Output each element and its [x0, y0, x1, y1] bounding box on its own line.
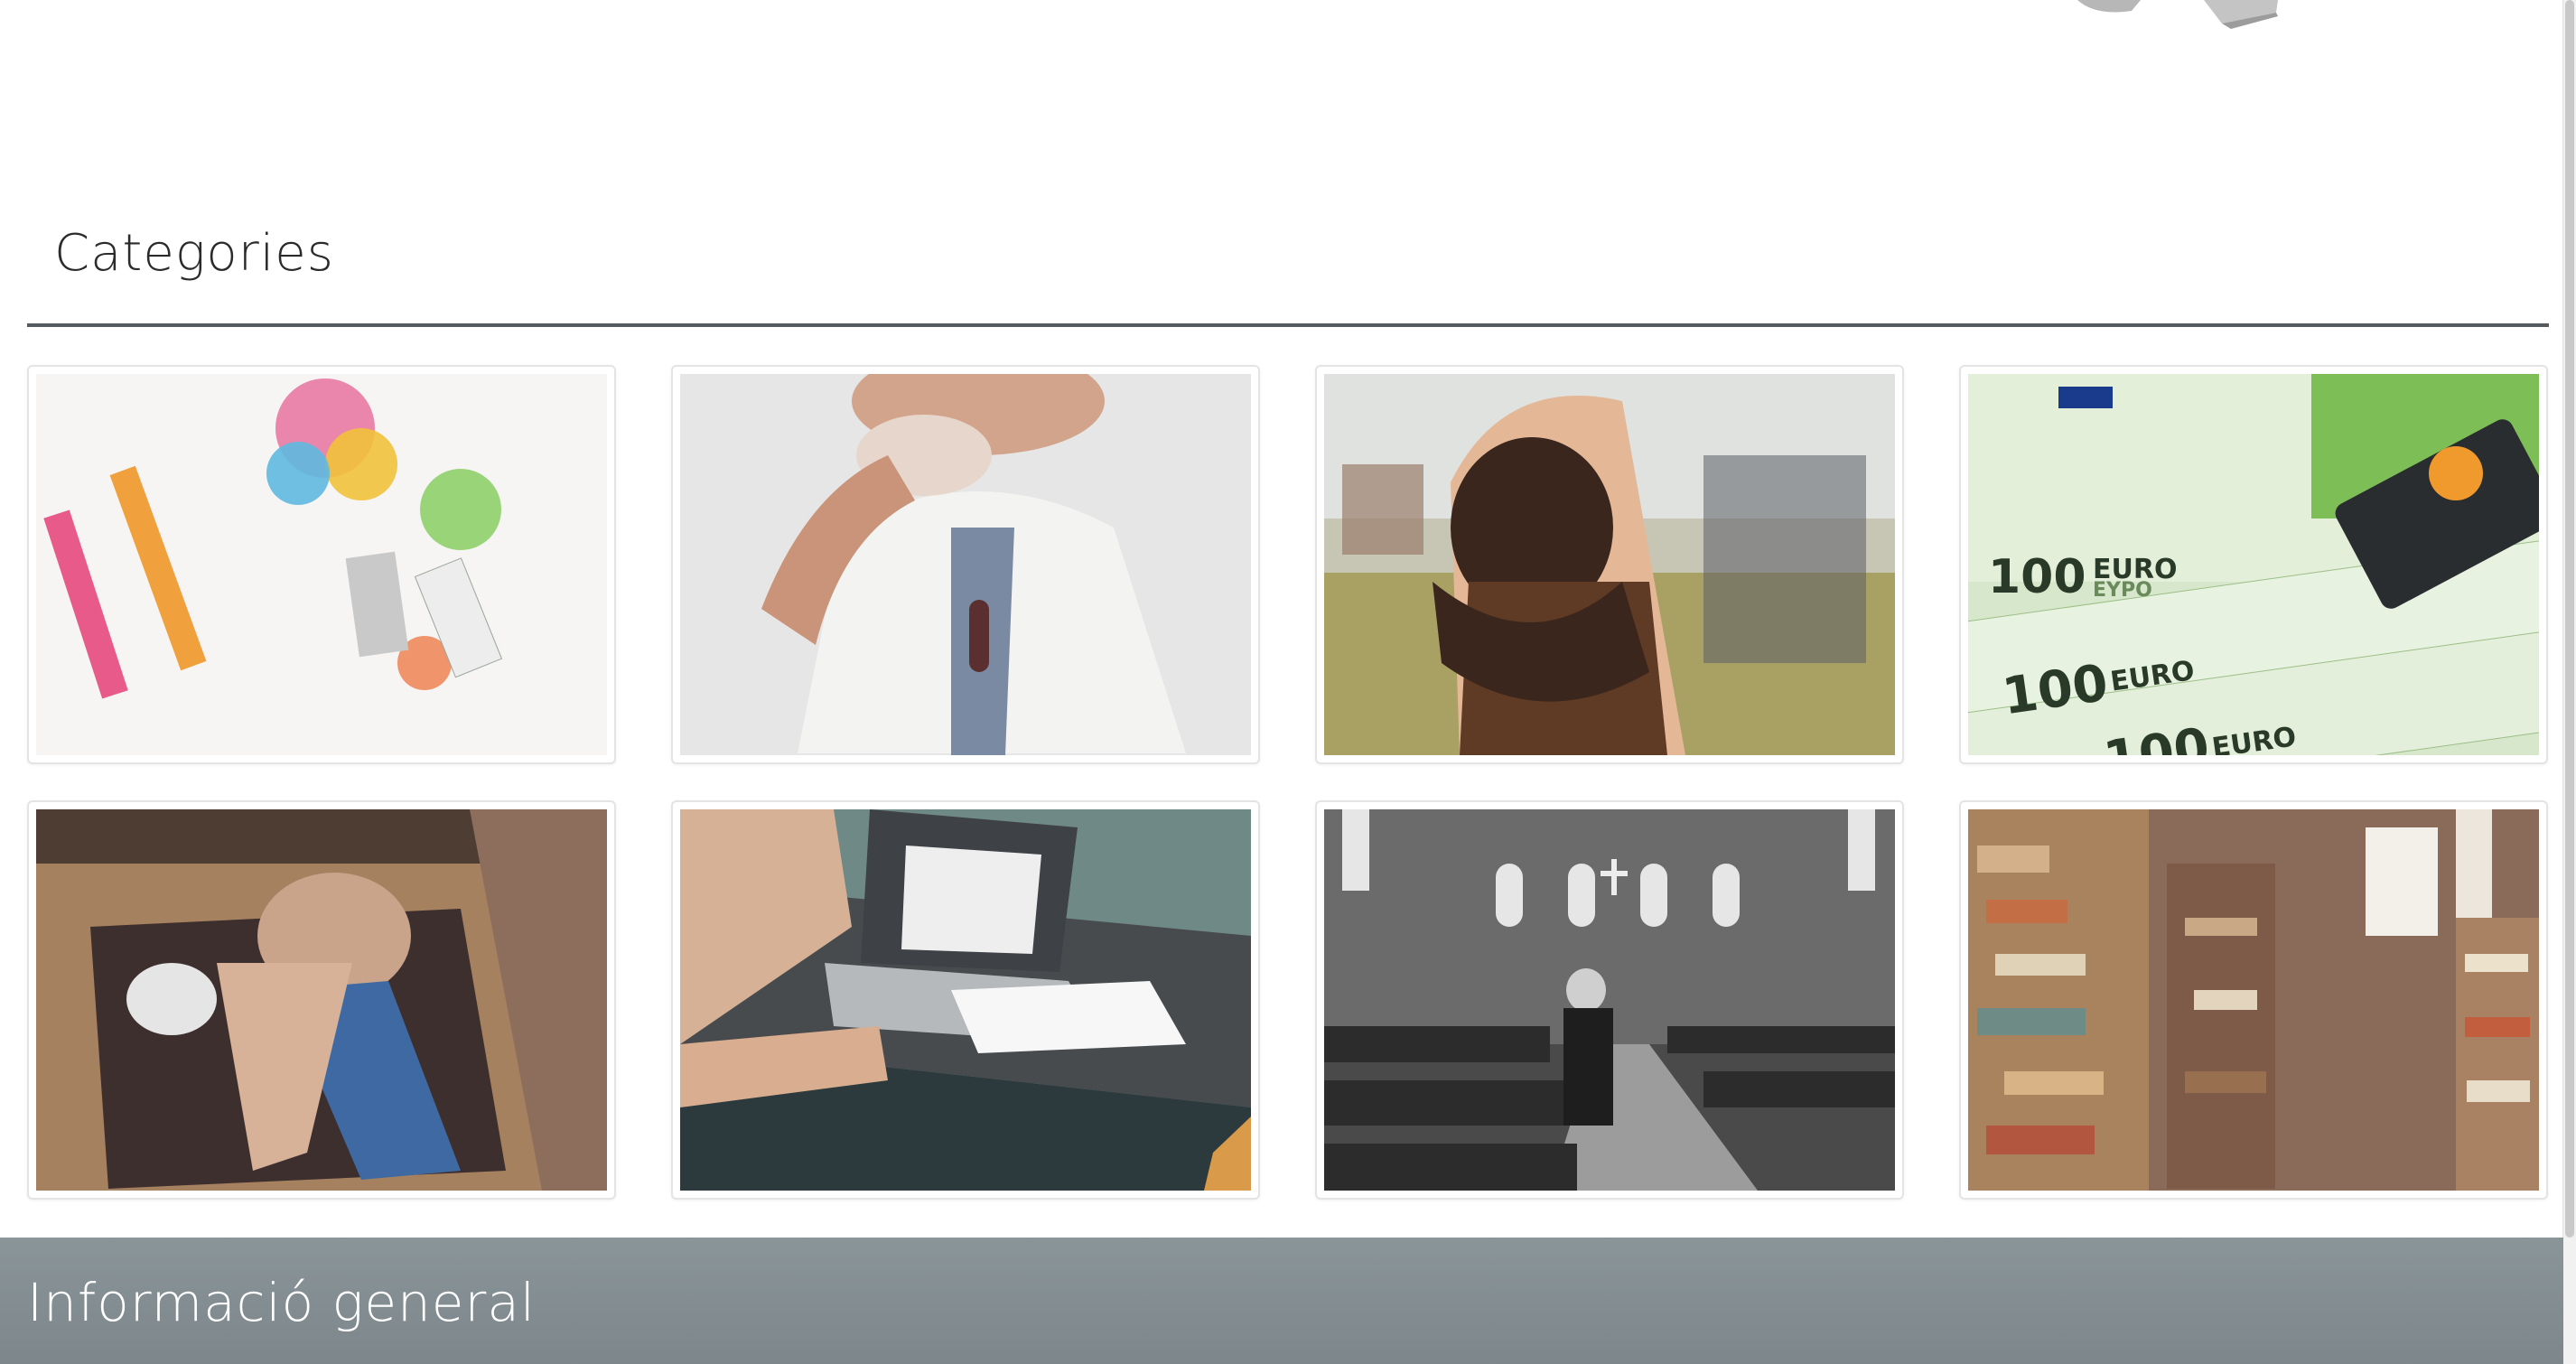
category-card[interactable] [1315, 800, 1904, 1200]
category-image [1324, 374, 1895, 755]
page: Categories 100 EURO EYPO 100 EURO 100 EU… [0, 0, 2576, 1364]
banknote-text: 100 [1988, 550, 2086, 604]
category-card[interactable] [1315, 365, 1904, 764]
category-card[interactable] [671, 365, 1260, 764]
banknote-text: EYPO [2093, 579, 2152, 602]
category-card[interactable] [27, 800, 616, 1200]
category-image [680, 809, 1251, 1191]
category-card[interactable] [671, 800, 1260, 1200]
section-divider [27, 323, 2549, 327]
scrollbar-thumb[interactable] [2565, 0, 2574, 1238]
category-card[interactable]: 100 EURO EYPO 100 EURO 100 EURO [1959, 365, 2548, 764]
category-image [36, 809, 607, 1191]
footer-title: Informació general [27, 1272, 536, 1333]
category-grid: 100 EURO EYPO 100 EURO 100 EURO [27, 365, 2549, 1200]
category-card[interactable] [27, 365, 616, 764]
logo-fragment [2077, 0, 2278, 29]
category-image [1968, 809, 2539, 1191]
category-card[interactable] [1959, 800, 2548, 1200]
section-title: Categories [54, 224, 334, 283]
category-image [680, 374, 1251, 755]
scrollbar[interactable] [2562, 0, 2576, 1364]
category-image: 100 EURO EYPO 100 EURO 100 EURO [1968, 374, 2539, 755]
category-image [1324, 809, 1895, 1191]
category-image [36, 374, 607, 755]
